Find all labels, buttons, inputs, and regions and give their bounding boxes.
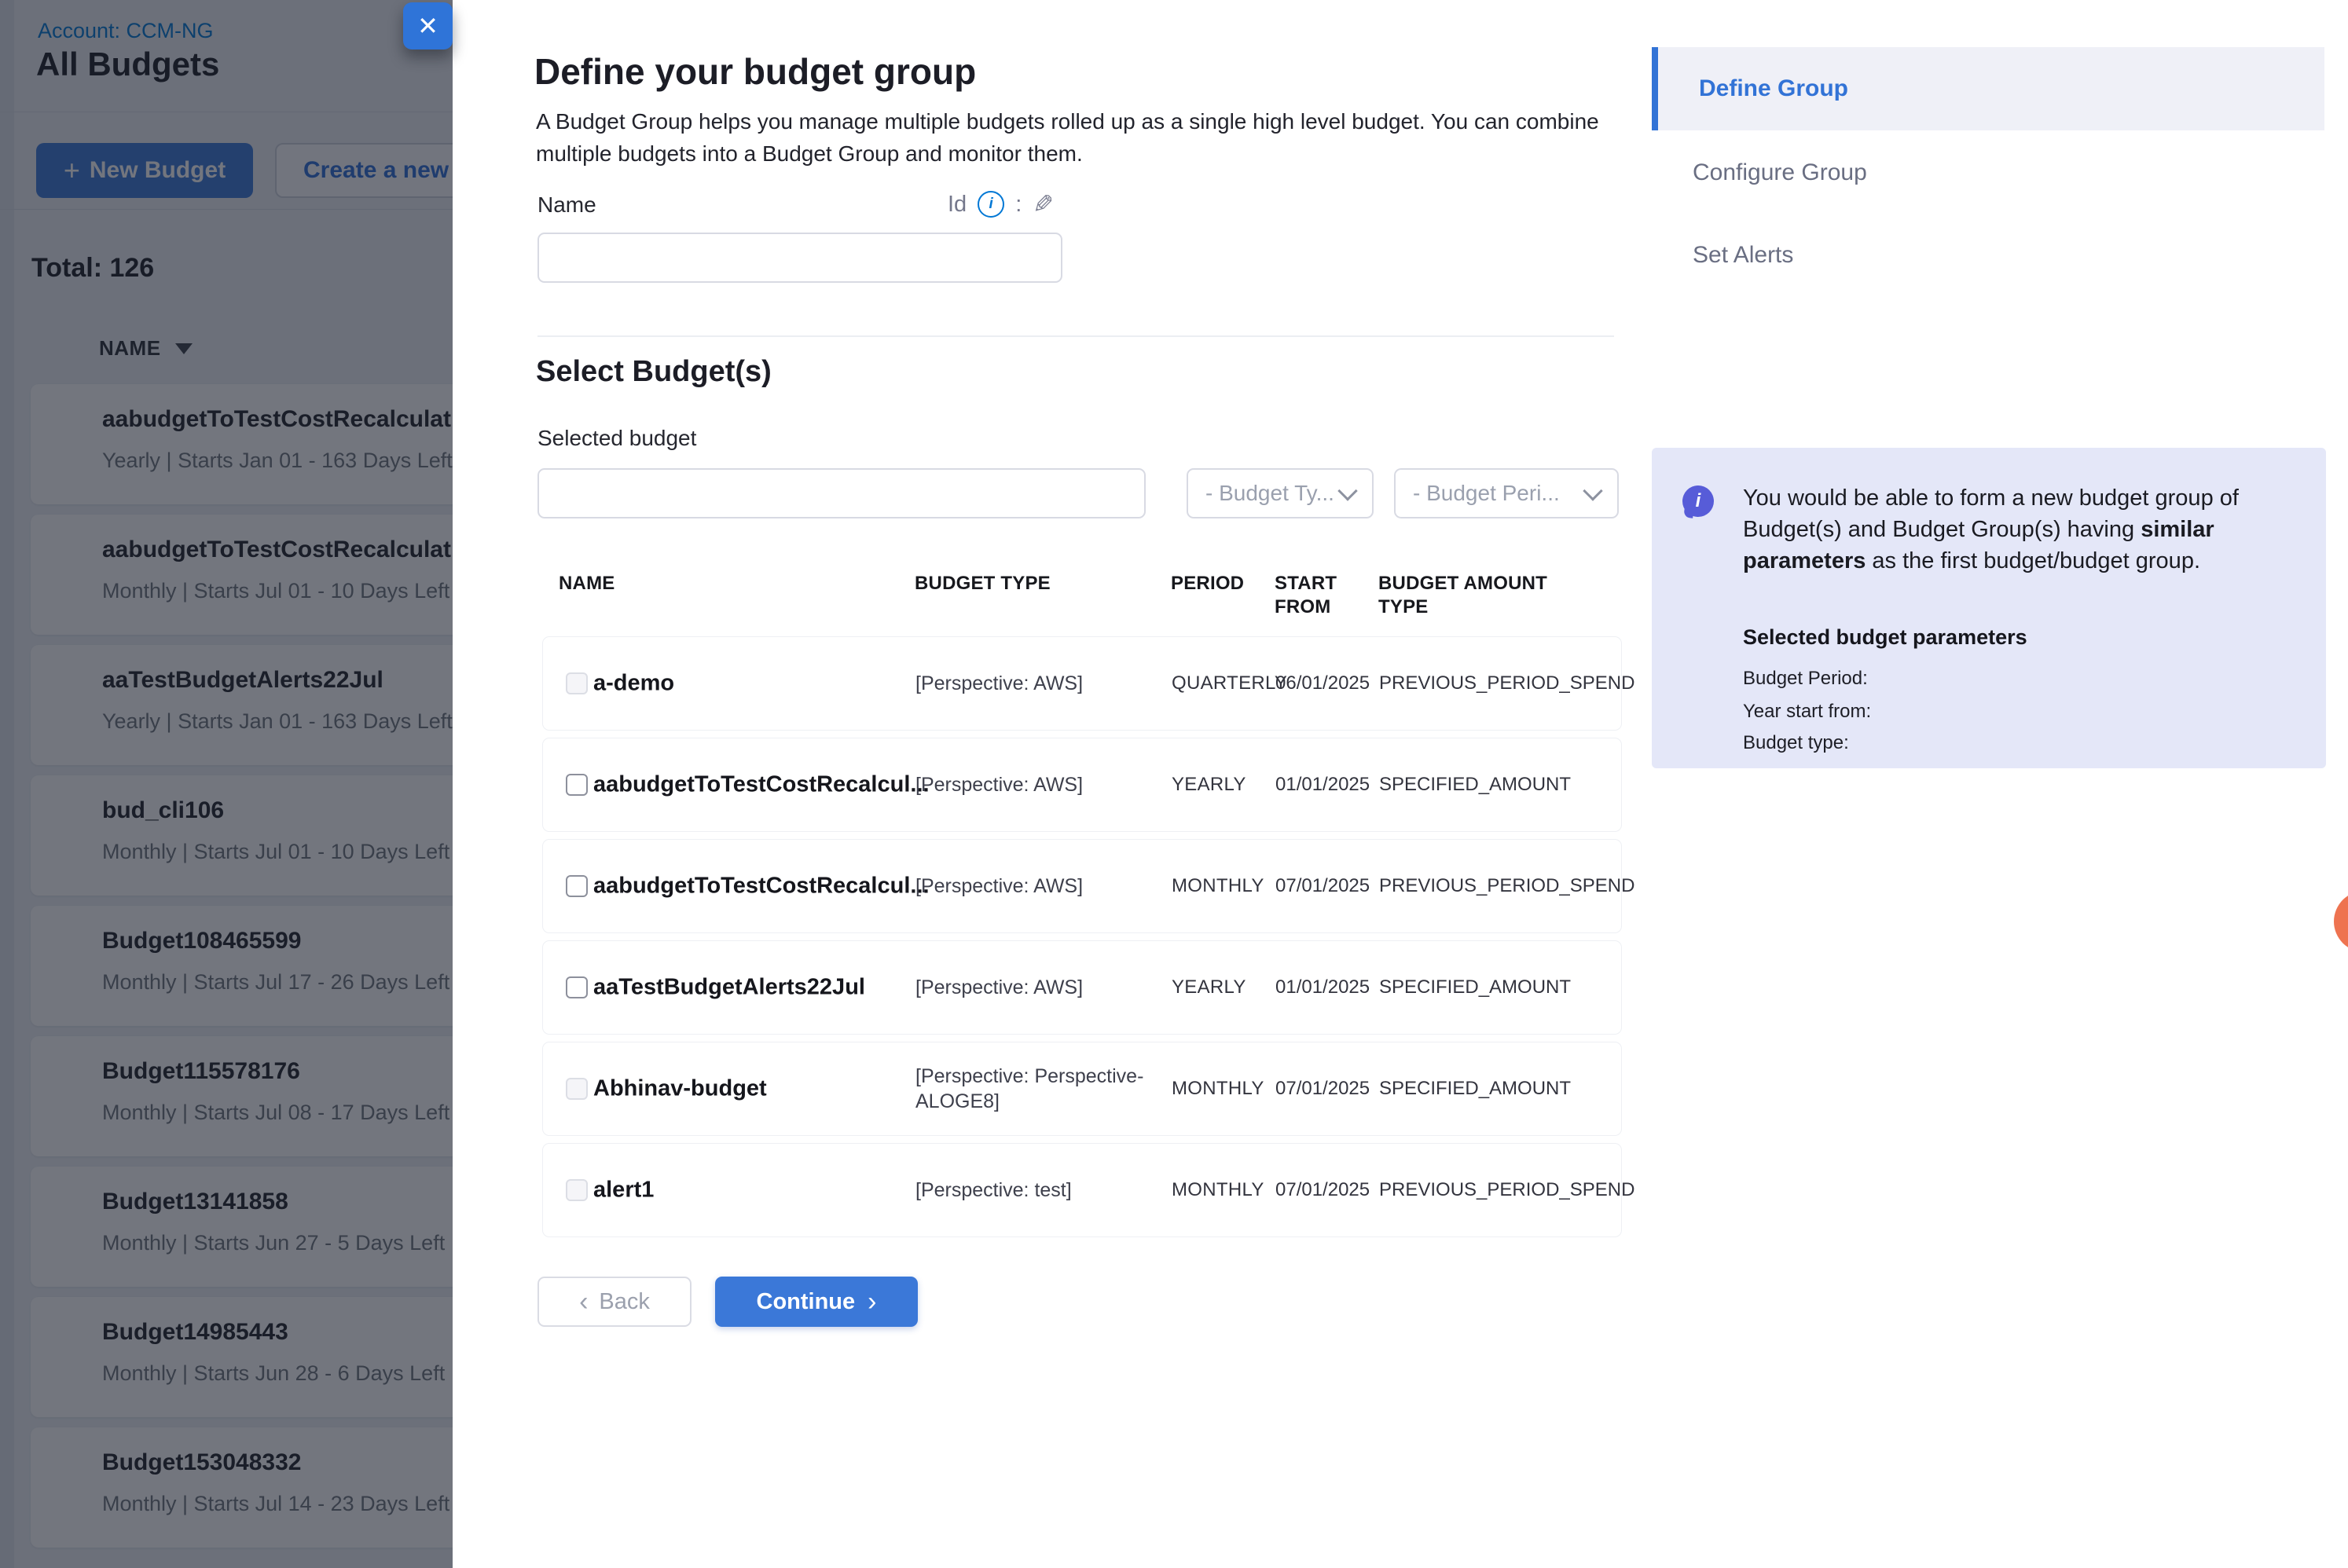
row-amount-type: SPECIFIED_AMOUNT [1379, 774, 1619, 796]
row-checkbox[interactable] [566, 672, 588, 694]
info-panel: i You would be able to form a new budget… [1652, 448, 2326, 768]
info-panel-text: You would be able to form a new budget g… [1743, 482, 2293, 577]
divider [537, 335, 1614, 337]
row-period: MONTHLY [1172, 1078, 1264, 1100]
row-budget-type: [Perspective: AWS] [915, 671, 1151, 696]
row-name: Abhinav-budget [593, 1076, 767, 1102]
row-start-from: 07/01/2025 [1275, 875, 1370, 897]
selected-budget-label: Selected budget [537, 426, 696, 451]
continue-label: Continue [757, 1289, 856, 1315]
row-budget-type: [Perspective: Perspective-ALOGE8] [915, 1064, 1151, 1114]
budget-group-drawer: Define your budget group A Budget Group … [453, 0, 2348, 1568]
id-colon: : [1015, 192, 1022, 218]
budget-type-filter-value: - Budget Ty... [1205, 481, 1333, 506]
close-icon: ✕ [417, 11, 438, 41]
param-budget-period: Budget Period: [1743, 668, 1868, 690]
name-label: Name [537, 192, 596, 218]
budget-table-row[interactable]: a-demo [Perspective: AWS] QUARTERLY 06/0… [542, 636, 1622, 731]
drawer-description: A Budget Group helps you manage multiple… [536, 105, 1630, 170]
budget-period-filter-dropdown[interactable]: - Budget Peri... [1394, 468, 1619, 518]
row-period: MONTHLY [1172, 1179, 1264, 1201]
group-name-input[interactable] [537, 233, 1062, 283]
row-checkbox[interactable] [566, 875, 588, 897]
row-amount-type: PREVIOUS_PERIOD_SPEND [1379, 875, 1619, 897]
continue-button[interactable]: Continue › [715, 1277, 918, 1327]
row-period: QUARTERLY [1172, 672, 1287, 694]
step-label: Configure Group [1693, 159, 1867, 186]
param-year-start-from: Year start from: [1743, 701, 1871, 723]
back-label: Back [599, 1289, 649, 1315]
row-start-from: 07/01/2025 [1275, 1179, 1370, 1201]
select-budgets-title: Select Budget(s) [536, 355, 772, 389]
row-name: aabudgetToTestCostRecalcul... [593, 772, 930, 798]
param-budget-type: Budget type: [1743, 732, 1849, 754]
row-period: MONTHLY [1172, 875, 1264, 897]
selected-budget-parameters-title: Selected budget parameters [1743, 625, 2027, 650]
row-start-from: 06/01/2025 [1275, 672, 1370, 694]
column-header-amount: BUDGET AMOUNT TYPE [1378, 572, 1559, 619]
row-checkbox[interactable] [566, 1179, 588, 1201]
row-amount-type: SPECIFIED_AMOUNT [1379, 1078, 1619, 1100]
budget-table-row[interactable]: Abhinav-budget [Perspective: Perspective… [542, 1042, 1622, 1136]
row-checkbox[interactable] [566, 1078, 588, 1100]
info-icon: i [1682, 485, 1714, 517]
chevron-down-icon [1337, 481, 1357, 500]
row-name: aabudgetToTestCostRecalcul... [593, 874, 930, 899]
budget-table-header: NAME BUDGET TYPE PERIOD START FROM BUDGE… [542, 572, 1622, 635]
close-button[interactable]: ✕ [403, 2, 453, 49]
row-budget-type: [Perspective: AWS] [915, 772, 1151, 797]
budget-table-row[interactable]: aabudgetToTestCostRecalcul... [Perspecti… [542, 839, 1622, 933]
chevron-down-icon [1583, 481, 1602, 500]
id-label: Id [948, 192, 967, 218]
row-checkbox[interactable] [566, 774, 588, 796]
chevron-right-icon: › [868, 1288, 876, 1315]
column-header-type: BUDGET TYPE [915, 572, 1051, 595]
step-label: Define Group [1699, 75, 1848, 102]
screen: Account: CCM-NG All Budgets + New Budget… [0, 0, 2348, 1568]
selected-budget-input[interactable] [537, 468, 1146, 518]
back-button[interactable]: ‹ Back [537, 1277, 692, 1327]
column-header-period: PERIOD [1171, 572, 1244, 595]
column-header-name: NAME [559, 572, 615, 595]
row-budget-type: [Perspective: AWS] [915, 874, 1151, 899]
modal-backdrop[interactable] [0, 0, 453, 1568]
budget-type-filter-dropdown[interactable]: - Budget Ty... [1187, 468, 1374, 518]
row-checkbox[interactable] [566, 976, 588, 998]
row-start-from: 07/01/2025 [1275, 1078, 1370, 1100]
info-text-part2: as the first budget/budget group. [1866, 548, 2200, 573]
row-start-from: 01/01/2025 [1275, 976, 1370, 998]
edit-pencil-icon[interactable]: ✎ [1033, 189, 1054, 219]
row-start-from: 01/01/2025 [1275, 774, 1370, 796]
row-budget-type: [Perspective: test] [915, 1178, 1151, 1203]
step-set-alerts[interactable]: Set Alerts [1652, 222, 2324, 288]
column-header-start: START FROM [1275, 572, 1369, 619]
row-period: YEARLY [1172, 774, 1246, 796]
id-row: Id i : ✎ [948, 187, 1054, 222]
row-amount-type: PREVIOUS_PERIOD_SPEND [1379, 672, 1619, 694]
budget-table-row[interactable]: aaTestBudgetAlerts22Jul [Perspective: AW… [542, 940, 1622, 1035]
row-name: aaTestBudgetAlerts22Jul [593, 975, 865, 1001]
budget-table-row[interactable]: alert1 [Perspective: test] MONTHLY 07/01… [542, 1143, 1622, 1237]
row-amount-type: PREVIOUS_PERIOD_SPEND [1379, 1179, 1619, 1201]
chevron-left-icon: ‹ [579, 1288, 588, 1315]
row-amount-type: SPECIFIED_AMOUNT [1379, 976, 1619, 998]
step-configure-group[interactable]: Configure Group [1652, 140, 2324, 206]
row-name: alert1 [593, 1178, 654, 1203]
row-name: a-demo [593, 671, 674, 697]
row-period: YEARLY [1172, 976, 1246, 998]
step-label: Set Alerts [1693, 242, 1793, 269]
budget-table-row[interactable]: aabudgetToTestCostRecalcul... [Perspecti… [542, 738, 1622, 832]
id-info-icon[interactable]: i [978, 191, 1004, 218]
step-define-group[interactable]: Define Group [1652, 47, 2324, 130]
budget-period-filter-value: - Budget Peri... [1413, 481, 1560, 506]
row-budget-type: [Perspective: AWS] [915, 975, 1151, 1000]
drawer-title: Define your budget group [534, 50, 976, 93]
